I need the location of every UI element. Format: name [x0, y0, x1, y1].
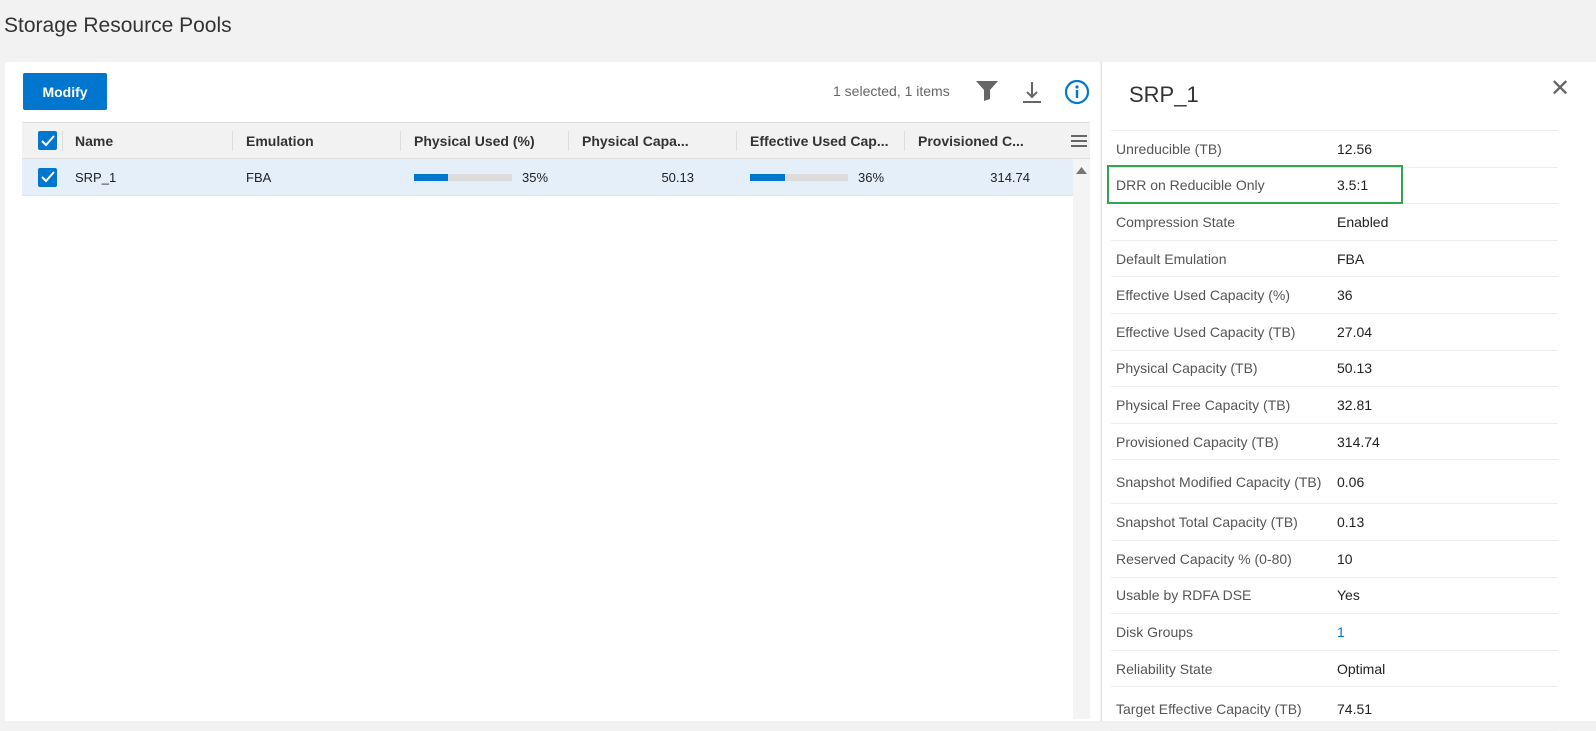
property-value: Enabled — [1337, 214, 1388, 230]
info-icon[interactable] — [1064, 79, 1090, 105]
property-row: Effective Used Capacity (%)36 — [1111, 277, 1558, 314]
property-value: 0.13 — [1337, 514, 1364, 530]
column-header-name[interactable]: Name — [75, 123, 113, 158]
property-label: Effective Used Capacity (%) — [1111, 288, 1337, 302]
property-label: Reliability State — [1111, 662, 1337, 676]
details-panel: SRP_1 ✕ Unreducible (TB)12.56DRR on Redu… — [1101, 62, 1596, 721]
download-icon[interactable] — [1021, 80, 1043, 104]
selection-count: 1 selected, 1 items — [833, 83, 950, 99]
property-value: Optimal — [1337, 661, 1385, 677]
property-row: Reserved Capacity % (0-80)10 — [1111, 541, 1558, 578]
table-header: Name Emulation Physical Used (%) Physica… — [22, 122, 1090, 159]
property-label: Physical Free Capacity (TB) — [1111, 398, 1337, 412]
property-row: Snapshot Modified Capacity (TB)0.06 — [1111, 460, 1558, 504]
property-label: Target Effective Capacity (TB) — [1111, 702, 1337, 716]
property-value: 0.06 — [1337, 474, 1364, 490]
close-icon[interactable]: ✕ — [1550, 74, 1570, 103]
check-icon — [41, 171, 55, 183]
property-row: Default EmulationFBA — [1111, 241, 1558, 278]
property-label: Snapshot Modified Capacity (TB) — [1111, 475, 1337, 489]
highlight-box — [1107, 165, 1403, 204]
property-row: Unreducible (TB)12.56 — [1111, 131, 1558, 168]
page-title: Storage Resource Pools — [4, 14, 232, 38]
property-label: Snapshot Total Capacity (TB) — [1111, 515, 1337, 529]
row-checkbox[interactable] — [38, 168, 57, 187]
pool-list-panel: Modify 1 selected, 1 items Name Emulatio… — [5, 62, 1100, 721]
property-value: 36 — [1337, 287, 1353, 303]
select-all-checkbox[interactable] — [38, 131, 57, 150]
column-header-physical-capacity[interactable]: Physical Capa... — [582, 123, 689, 158]
property-row: Provisioned Capacity (TB)314.74 — [1111, 424, 1558, 461]
cell-provisioned: 314.74 — [918, 159, 1030, 195]
cell-name: SRP_1 — [75, 159, 116, 195]
cell-physical-capacity: 50.13 — [582, 159, 694, 195]
property-value: 12.56 — [1337, 141, 1372, 157]
property-row: Effective Used Capacity (TB)27.04 — [1111, 314, 1558, 351]
property-value: 50.13 — [1337, 360, 1372, 376]
property-label: Physical Capacity (TB) — [1111, 361, 1337, 375]
property-value: 74.51 — [1337, 701, 1372, 717]
column-header-physical-used[interactable]: Physical Used (%) — [414, 123, 535, 158]
check-icon — [41, 135, 55, 147]
property-value: 314.74 — [1337, 434, 1380, 450]
properties-list: Unreducible (TB)12.56DRR on Reducible On… — [1111, 130, 1558, 731]
cell-emulation: FBA — [246, 159, 271, 195]
table-row[interactable]: SRP_1 FBA 35% 50.13 36% 314.74 — [22, 159, 1073, 196]
details-title: SRP_1 — [1129, 82, 1199, 108]
property-label: Reserved Capacity % (0-80) — [1111, 552, 1337, 566]
modify-button[interactable]: Modify — [23, 73, 107, 110]
property-value: 32.81 — [1337, 397, 1372, 413]
pools-table: Name Emulation Physical Used (%) Physica… — [22, 122, 1090, 196]
property-row: Compression StateEnabled — [1111, 204, 1558, 241]
column-header-emulation[interactable]: Emulation — [246, 123, 314, 158]
property-label: Unreducible (TB) — [1111, 142, 1337, 156]
property-row: Usable by RDFA DSEYes — [1111, 578, 1558, 615]
property-label: Disk Groups — [1111, 625, 1337, 639]
property-value: 27.04 — [1337, 324, 1372, 340]
property-label: Usable by RDFA DSE — [1111, 588, 1337, 602]
property-row: Physical Free Capacity (TB)32.81 — [1111, 387, 1558, 424]
column-header-effective-used[interactable]: Effective Used Cap... — [750, 123, 889, 158]
column-menu-icon[interactable] — [1071, 123, 1087, 158]
scrollbar[interactable] — [1073, 159, 1090, 719]
effective-used-bar — [750, 174, 848, 181]
physical-used-label: 35% — [522, 170, 548, 185]
property-row: Physical Capacity (TB)50.13 — [1111, 351, 1558, 388]
property-row: Reliability StateOptimal — [1111, 651, 1558, 688]
property-value: 10 — [1337, 551, 1353, 567]
column-header-provisioned[interactable]: Provisioned C... — [918, 123, 1024, 158]
filter-icon[interactable] — [975, 80, 999, 102]
property-value: Yes — [1337, 587, 1360, 603]
property-row: Target Effective Capacity (TB)74.51 — [1111, 687, 1558, 731]
physical-used-bar — [414, 174, 512, 181]
effective-used-label: 36% — [858, 170, 884, 185]
property-label: Effective Used Capacity (TB) — [1111, 325, 1337, 339]
property-row: Snapshot Total Capacity (TB)0.13 — [1111, 504, 1558, 541]
property-label: Default Emulation — [1111, 252, 1337, 266]
property-label: Provisioned Capacity (TB) — [1111, 435, 1337, 449]
property-label: Compression State — [1111, 215, 1337, 229]
property-value: FBA — [1337, 251, 1364, 267]
property-row: Disk Groups1 — [1111, 614, 1558, 651]
scroll-up-icon[interactable] — [1076, 167, 1087, 174]
property-value[interactable]: 1 — [1337, 624, 1345, 640]
